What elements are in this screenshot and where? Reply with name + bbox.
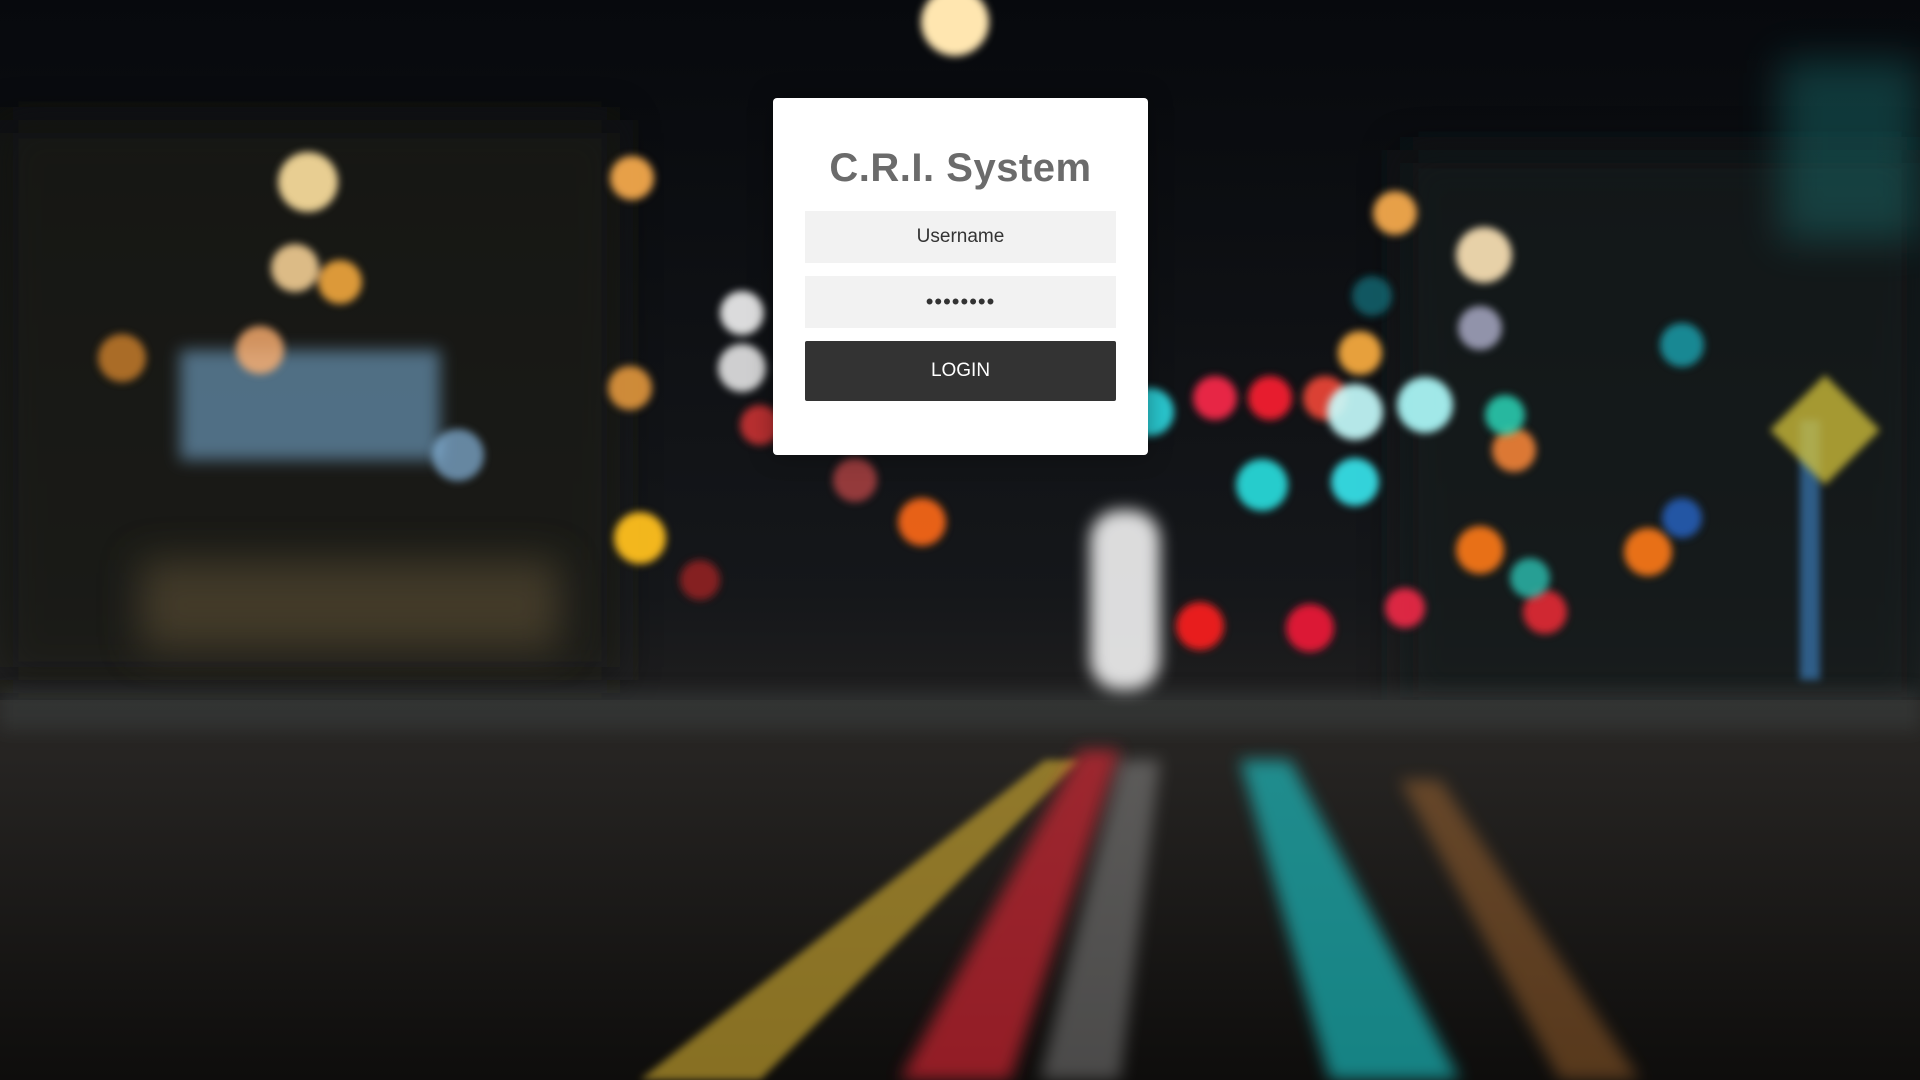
- password-input[interactable]: [805, 276, 1116, 328]
- login-page: C.R.I. System LOGIN: [0, 0, 1920, 1080]
- username-input[interactable]: [805, 211, 1116, 263]
- page-title: C.R.I. System: [829, 146, 1092, 190]
- login-card: C.R.I. System LOGIN: [773, 98, 1148, 455]
- login-button[interactable]: LOGIN: [805, 341, 1116, 401]
